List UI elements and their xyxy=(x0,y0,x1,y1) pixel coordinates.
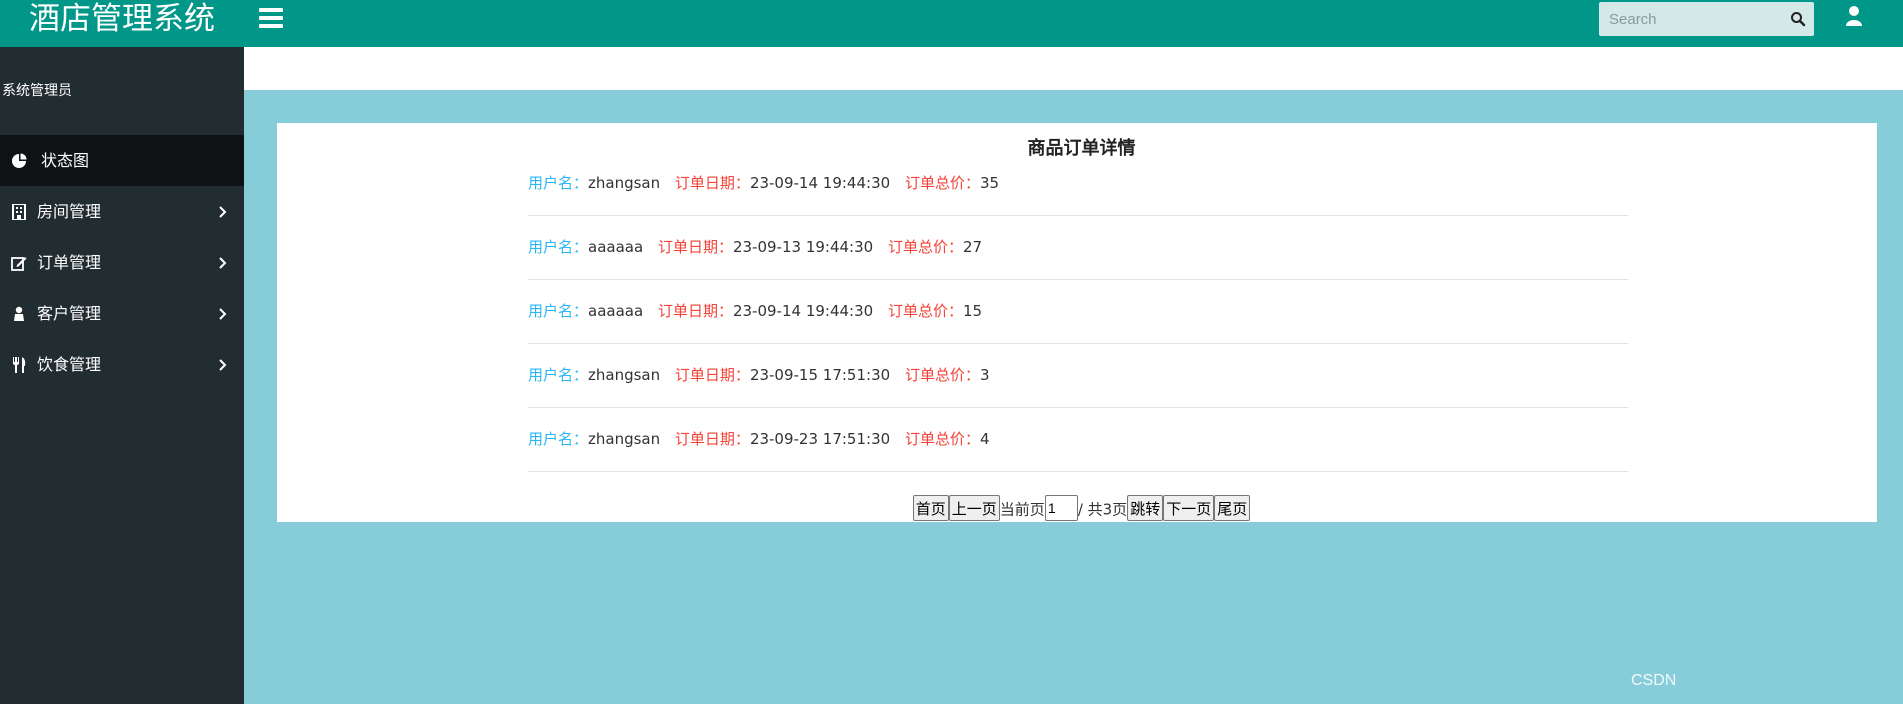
app-title: 酒店管理系统 xyxy=(29,1,215,37)
prev-page-button[interactable]: 上一页 xyxy=(948,495,1000,521)
user-value: zhangsan xyxy=(588,366,661,384)
search-box xyxy=(1599,2,1814,36)
total-pages-text: / 共3页 xyxy=(1077,500,1128,519)
sidebar-item-orders[interactable]: 订单管理 xyxy=(0,237,244,288)
total-label: 订单总价： xyxy=(904,174,980,192)
pagination: 首页上一页当前页 / 共3页跳转下一页尾页 xyxy=(277,495,1886,521)
chevron-right-icon xyxy=(219,257,227,269)
sidebar-item-label: 订单管理 xyxy=(37,253,102,272)
total-value: 15 xyxy=(963,302,983,320)
date-value: 23-09-14 19:44:30 xyxy=(732,302,874,320)
list-item: 用户名：aaaaaa 订单日期：23-09-14 19:44:30 订单总价：1… xyxy=(528,280,1628,344)
total-label: 订单总价： xyxy=(887,302,963,320)
total-label: 订单总价： xyxy=(904,430,980,448)
top-bar: 酒店管理系统 xyxy=(0,0,1903,47)
date-value: 23-09-14 19:44:30 xyxy=(749,174,891,192)
date-value: 23-09-13 19:44:30 xyxy=(732,238,874,256)
sidebar-nav: 状态图 房间管理 订单管理 客户管理 饮食管理 xyxy=(0,135,244,390)
chevron-right-icon xyxy=(219,308,227,320)
watermark: CSDN xyxy=(1631,672,1677,689)
date-value: 23-09-23 17:51:30 xyxy=(749,430,891,448)
menu-toggle-icon[interactable] xyxy=(259,8,283,30)
last-page-button[interactable]: 尾页 xyxy=(1214,495,1251,521)
edit-icon xyxy=(11,257,27,271)
first-page-button[interactable]: 首页 xyxy=(912,495,949,521)
total-value: 27 xyxy=(963,238,983,256)
cutlery-icon xyxy=(13,357,26,373)
sidebar-item-rooms[interactable]: 房间管理 xyxy=(0,186,244,237)
list-item: 用户名：zhangsan 订单日期：23-09-14 19:44:30 订单总价… xyxy=(528,152,1628,216)
user-label: 用户名： xyxy=(528,238,589,256)
user-value: aaaaaa xyxy=(588,238,644,256)
total-label: 订单总价： xyxy=(904,366,980,384)
chevron-right-icon xyxy=(219,359,227,371)
user-value: zhangsan xyxy=(588,430,661,448)
building-icon xyxy=(12,204,26,220)
sidebar-item-customers[interactable]: 客户管理 xyxy=(0,288,244,339)
user-value: zhangsan xyxy=(588,174,661,192)
sidebar-item-label: 房间管理 xyxy=(37,202,102,221)
date-label: 订单日期： xyxy=(657,302,733,320)
user-label: 用户名： xyxy=(528,302,589,320)
search-icon[interactable] xyxy=(1790,11,1806,27)
sidebar-item-food[interactable]: 饮食管理 xyxy=(0,339,244,390)
sidebar-item-label: 饮食管理 xyxy=(37,355,102,374)
sidebar-item-label: 客户管理 xyxy=(37,304,102,323)
date-label: 订单日期： xyxy=(674,174,750,192)
user-label: 用户名： xyxy=(528,366,589,384)
date-label: 订单日期： xyxy=(657,238,733,256)
date-label: 订单日期： xyxy=(674,366,750,384)
page-number-input[interactable] xyxy=(1044,495,1078,521)
pie-chart-icon xyxy=(12,153,27,168)
user-icon xyxy=(14,306,24,321)
date-value: 23-09-15 17:51:30 xyxy=(749,366,891,384)
list-item: 用户名：zhangsan 订单日期：23-09-15 17:51:30 订单总价… xyxy=(528,344,1628,408)
user-label: 用户名： xyxy=(528,174,589,192)
date-label: 订单日期： xyxy=(674,430,750,448)
current-page-label: 当前页 xyxy=(999,500,1045,519)
sidebar-item-label: 状态图 xyxy=(41,151,90,170)
user-value: aaaaaa xyxy=(588,302,644,320)
user-icon[interactable] xyxy=(1845,5,1863,27)
next-page-button[interactable]: 下一页 xyxy=(1163,495,1215,521)
total-label: 订单总价： xyxy=(887,238,963,256)
search-input[interactable] xyxy=(1599,2,1779,36)
user-label: 用户名： xyxy=(528,430,589,448)
jump-button[interactable]: 跳转 xyxy=(1127,495,1164,521)
content-header xyxy=(244,47,1903,90)
sidebar-item-status-chart[interactable]: 状态图 xyxy=(0,135,244,186)
order-list: 用户名：zhangsan 订单日期：23-09-14 19:44:30 订单总价… xyxy=(528,152,1628,472)
order-detail-panel: 商品订单详情 用户名：zhangsan 订单日期：23-09-14 19:44:… xyxy=(277,123,1877,522)
total-value: 4 xyxy=(979,430,990,448)
total-value: 35 xyxy=(979,174,1000,192)
total-value: 3 xyxy=(979,366,990,384)
list-item: 用户名：aaaaaa 订单日期：23-09-13 19:44:30 订单总价：2… xyxy=(528,216,1628,280)
sidebar: 系统管理员 状态图 房间管理 订单管理 客户管理 饮食管理 xyxy=(0,47,244,704)
list-item: 用户名：zhangsan 订单日期：23-09-23 17:51:30 订单总价… xyxy=(528,408,1628,472)
chevron-right-icon xyxy=(219,206,227,218)
user-role-label: 系统管理员 xyxy=(2,83,72,99)
